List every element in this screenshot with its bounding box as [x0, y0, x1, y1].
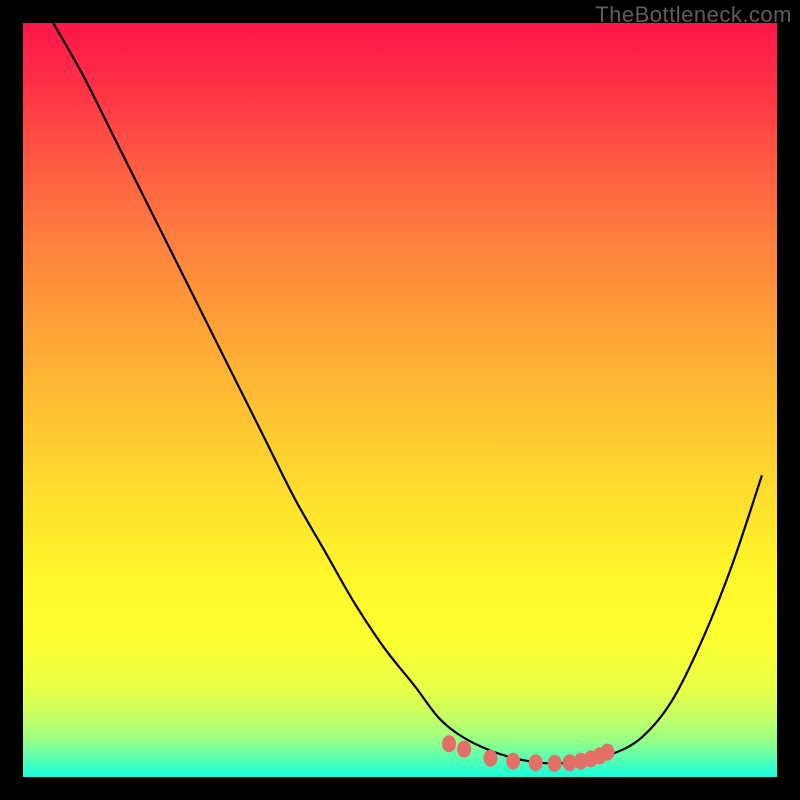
chart-svg	[23, 23, 777, 777]
marker-dot	[484, 750, 497, 766]
marker-dot	[601, 744, 614, 760]
marker-dot	[458, 741, 471, 757]
marker-dot	[548, 755, 561, 771]
marker-dot	[507, 753, 520, 769]
marker-dot	[443, 736, 456, 752]
plot-area	[23, 23, 777, 777]
chart-frame: TheBottleneck.com	[0, 0, 800, 800]
bottleneck-curve	[53, 23, 762, 763]
marker-dot	[529, 755, 542, 771]
